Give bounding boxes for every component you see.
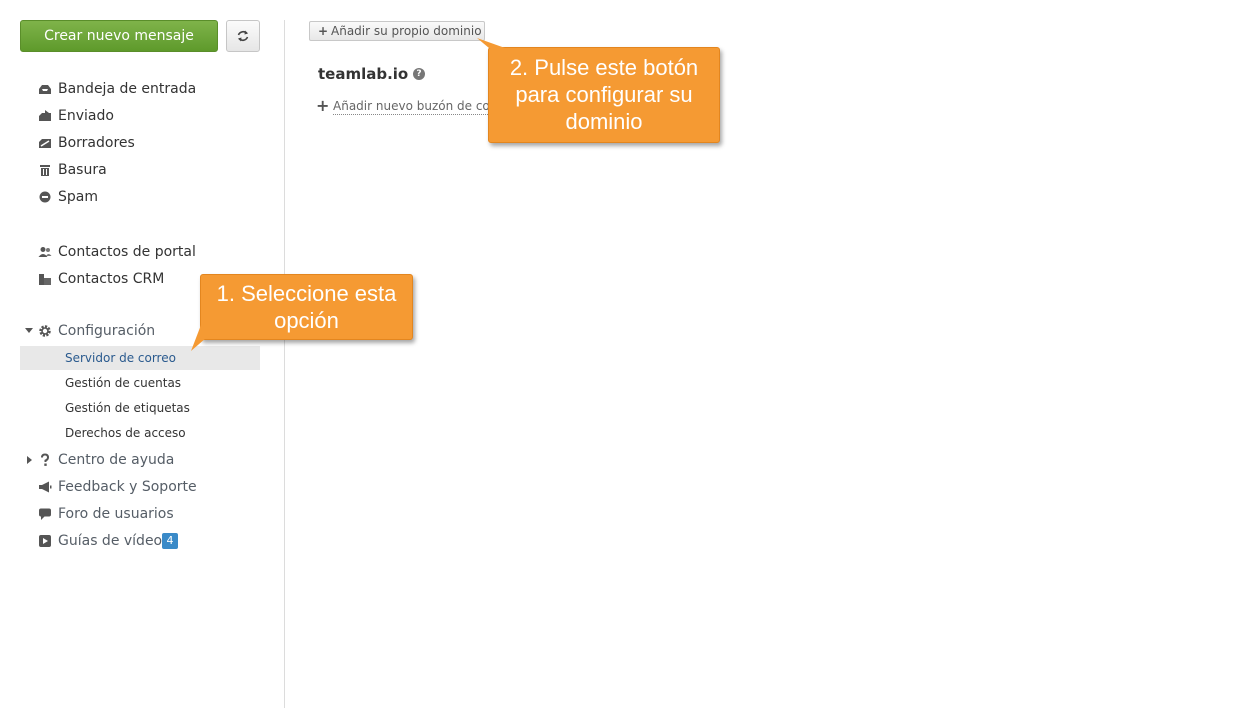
callout-step-2-text: 2. Pulse este botón para configurar su d… [509, 55, 699, 134]
question-icon [41, 453, 50, 466]
callout-pointer [477, 38, 505, 48]
drafts-icon [39, 139, 51, 148]
play-icon [39, 535, 51, 547]
inbox-icon [39, 85, 51, 94]
collapse-caret-icon[interactable] [27, 456, 32, 464]
sidebar-subitem-accounts[interactable]: Gestión de cuentas [65, 375, 181, 391]
plus-icon: + [318, 24, 329, 38]
sidebar: Crear nuevo mensaje Bandeja de entrada E… [0, 0, 284, 708]
refresh-icon [237, 30, 249, 42]
add-mailbox-label: Añadir nuevo buzón de correo [333, 98, 488, 115]
sent-icon [39, 110, 51, 121]
crm-icon [39, 274, 51, 285]
domain-title: teamlab.io [318, 65, 409, 83]
spam-icon [39, 191, 51, 203]
sidebar-item-label: Borradores [58, 135, 135, 151]
callout-pointer [191, 325, 221, 351]
speech-bubble-icon [39, 508, 51, 520]
sidebar-item-label: Spam [58, 189, 98, 205]
add-own-domain-label: Añadir su propio dominio [331, 24, 482, 38]
gear-icon [39, 325, 51, 337]
sidebar-subitem-mail-server[interactable]: Servidor de correo [65, 350, 176, 366]
video-count-badge: 4 [162, 533, 178, 549]
plus-icon: + [316, 97, 330, 115]
sidebar-subitem-access-rights[interactable]: Derechos de acceso [65, 425, 186, 441]
megaphone-icon [39, 481, 52, 493]
refresh-button[interactable] [226, 20, 260, 52]
sidebar-divider [284, 20, 285, 708]
add-mailbox-link[interactable]: + Añadir nuevo buzón de correo [316, 97, 488, 115]
sidebar-item-label: Configuración [58, 323, 156, 339]
sidebar-item-label: Guías de vídeo [58, 533, 163, 549]
sidebar-item-label: Enviado [58, 108, 114, 124]
help-icon[interactable]: ? [413, 68, 425, 80]
callout-step-2: 2. Pulse este botón para configurar su d… [477, 38, 720, 143]
callout-step-1-text: 1. Seleccione esta opción [216, 281, 397, 333]
add-own-domain-button[interactable]: + Añadir su propio dominio [309, 21, 485, 41]
sidebar-item-label: Centro de ayuda [58, 452, 175, 468]
callout-step-1: 1. Seleccione esta opción [191, 274, 413, 351]
sidebar-item-label: Foro de usuarios [58, 506, 174, 522]
compose-button[interactable]: Crear nuevo mensaje [20, 20, 218, 52]
sidebar-item-label: Contactos CRM [58, 271, 165, 287]
people-icon [38, 247, 52, 257]
sidebar-subitem-tags[interactable]: Gestión de etiquetas [65, 400, 190, 416]
sidebar-item-label: Bandeja de entrada [58, 81, 197, 97]
sidebar-item-label: Basura [58, 162, 107, 178]
sidebar-item-label: Contactos de portal [58, 244, 196, 260]
sidebar-item-label: Feedback y Soporte [58, 479, 197, 495]
trash-icon [40, 165, 50, 176]
expand-caret-icon[interactable] [25, 328, 33, 333]
